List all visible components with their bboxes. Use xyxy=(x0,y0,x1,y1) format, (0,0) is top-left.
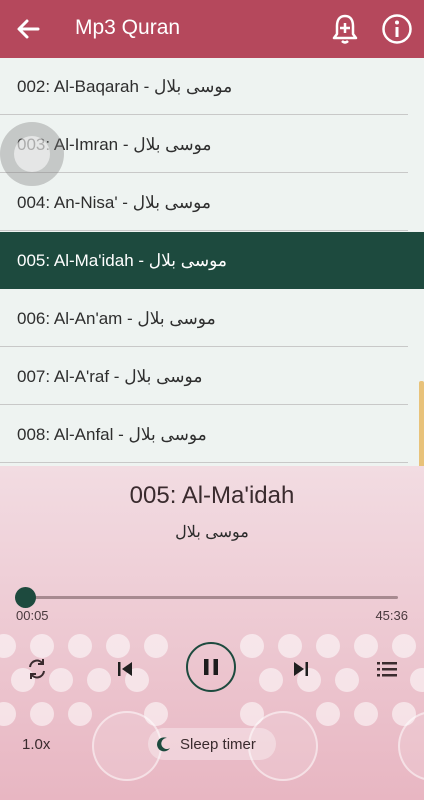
app-title: Mp3 Quran xyxy=(75,16,181,39)
list-item-label: 007: Al-A'raf - موسى بلال xyxy=(17,366,203,386)
pause-icon xyxy=(204,659,218,675)
list-item-label: 002: Al-Baqarah - موسى بلال xyxy=(17,76,233,96)
seek-knob[interactable] xyxy=(15,587,36,608)
sleep-timer-button[interactable]: Sleep timer xyxy=(148,728,276,760)
pause-button[interactable] xyxy=(186,642,236,692)
divider xyxy=(0,404,408,405)
divider xyxy=(0,462,408,463)
divider xyxy=(0,346,408,347)
current-time: 00:05 xyxy=(16,608,49,623)
list-item[interactable]: 008: Al-Anfal - موسى بلال xyxy=(0,406,424,463)
list-item[interactable]: 004: An-Nisa' - موسى بلال xyxy=(0,174,424,231)
app-bar: Mp3 Quran xyxy=(0,0,424,58)
previous-icon[interactable] xyxy=(112,656,138,682)
seek-bar[interactable] xyxy=(26,596,398,599)
list-item-label: 004: An-Nisa' - موسى بلال xyxy=(17,192,211,212)
repeat-icon[interactable] xyxy=(24,656,50,682)
info-icon[interactable] xyxy=(380,12,414,46)
list-item[interactable]: 002: Al-Baqarah - موسى بلال xyxy=(0,58,424,115)
list-item-label: 005: Al-Ma'idah - موسى بلال xyxy=(17,250,228,270)
sleep-timer-label: Sleep timer xyxy=(180,735,256,753)
now-playing-title: 005: Al-Ma'idah xyxy=(129,482,295,509)
list-item[interactable]: 007: Al-A'raf - موسى بلال xyxy=(0,348,424,405)
list-item-label: 008: Al-Anfal - موسى بلال xyxy=(17,424,207,444)
divider xyxy=(0,230,408,231)
total-time: 45:36 xyxy=(375,608,408,623)
speed-button[interactable]: 1.0x xyxy=(22,736,50,753)
arrow-left-icon[interactable] xyxy=(12,13,44,45)
surah-list: 002: Al-Baqarah - موسى بلال 003: Al-Imra… xyxy=(0,58,424,466)
list-item-selected[interactable]: 005: Al-Ma'idah - موسى بلال xyxy=(0,232,424,289)
list-item[interactable]: 006: Al-An'am - موسى بلال xyxy=(0,290,424,347)
player-panel: 005: Al-Ma'idah موسى بلال 00:05 45:36 1.… xyxy=(0,466,424,800)
divider xyxy=(0,114,408,115)
bell-plus-icon[interactable] xyxy=(328,12,362,46)
touch-ripple xyxy=(0,122,64,186)
next-icon[interactable] xyxy=(288,656,314,682)
divider xyxy=(0,172,408,173)
now-playing-artist: موسى بلال xyxy=(175,524,249,541)
moon-icon xyxy=(157,737,170,752)
list-item[interactable]: 003: Al-Imran - موسى بلال xyxy=(0,116,424,173)
playlist-icon[interactable] xyxy=(374,656,400,682)
list-item-label: 006: Al-An'am - موسى بلال xyxy=(17,308,216,328)
